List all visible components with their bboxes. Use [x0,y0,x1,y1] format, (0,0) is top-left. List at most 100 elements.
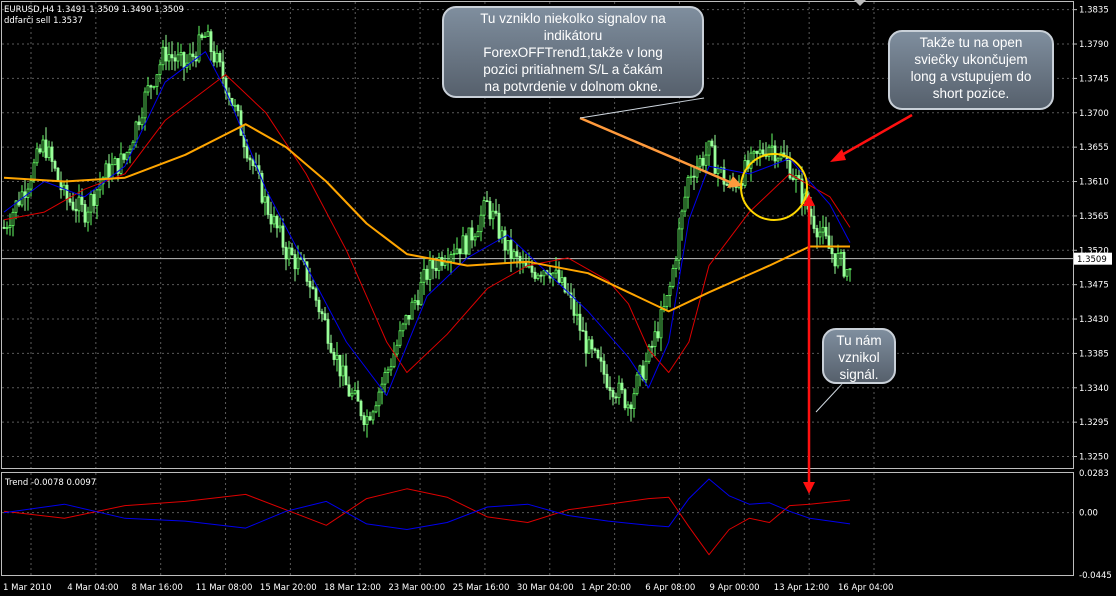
candle-body [344,365,348,386]
candle-body [443,261,447,266]
candle-body [617,382,621,399]
candle-body [140,117,144,126]
candle-body [158,64,162,76]
candle-body [623,389,627,409]
candle-body [644,360,648,381]
sub-header: ddfarči sell 1.3537 [4,15,83,26]
candle-body [776,158,780,162]
candle-body [602,360,606,375]
callout-right-line: sviečky ukončujem [914,52,1028,67]
candle-body [263,196,267,203]
candle-body [788,159,792,179]
candle-body [269,214,273,225]
candle-body [8,225,12,228]
candle-body [398,330,402,346]
candle-body [425,268,429,280]
candle-body [581,329,585,332]
candle-body [458,248,462,255]
candle-body [608,387,612,391]
candle-body [251,159,255,167]
price-tick-label: 1.3790 [1079,40,1109,50]
candle-body [287,247,291,260]
candle-body [584,330,588,354]
candle-body [191,53,195,57]
candle-body [515,251,519,257]
candle-body [431,260,435,269]
candle-body [527,265,531,268]
candle-body [236,104,240,112]
candle-body [620,382,624,391]
callout-top-line: indikátoru [543,28,603,43]
candle-body [389,366,393,371]
callout-right: Takže tu na open sviečky ukončujem long … [888,30,1054,110]
callout-top-line: ForexOFFTrend1,takže v long [483,45,663,60]
candle-body [464,235,468,255]
callout-signal-line: signál. [839,367,879,382]
candle-body [572,297,576,316]
candle-body [614,396,618,399]
time-tick-label: 8 Mar 16:00 [131,583,182,593]
candle-body [590,339,594,350]
candle-body [275,215,279,229]
callout-right-line: short pozice. [932,86,1010,101]
candle-body [278,225,282,229]
price-tick-label: 1.3700 [1079,109,1109,119]
candle-body [83,204,87,223]
candle-body [842,251,846,277]
candle-body [92,194,96,206]
candle-body [830,248,834,255]
candle-body [266,196,270,215]
time-tick-label: 11 Mar 08:00 [196,583,253,593]
candle-body [749,152,753,169]
candle-body [155,74,159,87]
candle-body [599,357,603,362]
candle-body [11,211,15,227]
candle-body [395,344,399,355]
candle-body [701,158,705,166]
candle-body [713,145,717,174]
candle-body [809,208,813,217]
candle-body [422,268,426,283]
candle-body [410,301,414,320]
candle-body [530,265,534,273]
time-tick-label: 9 Apr 00:00 [710,583,760,593]
candle-body [653,331,657,348]
candle-body [416,300,420,306]
candle-body [248,157,252,161]
candle-body [758,149,762,154]
candle-body [674,259,678,269]
price-tick-label: 1.3565 [1079,212,1109,222]
candle-body [296,257,300,270]
candle-body [176,54,180,62]
candle-body [341,365,345,377]
candle-body [635,374,639,395]
candle-body [467,227,471,255]
candle-body [824,226,828,237]
candle-body [353,390,357,394]
price-tick-label: 1.3655 [1079,143,1109,153]
candle-body [2,226,6,229]
price-tick-label: 1.3295 [1079,418,1109,428]
candle-body [698,158,702,168]
candle-body [326,319,330,344]
candle-body [818,231,822,238]
candle-body [146,85,150,93]
candle-body [449,254,453,262]
candle-body [284,246,288,260]
candle-body [134,121,138,143]
candle-body [752,150,756,154]
candle-body [593,348,597,351]
candle-body [500,230,504,239]
candle-body [473,236,477,241]
indicator-header: Trend -0.0078 0.0097 [4,478,96,488]
candle-body [560,277,564,283]
candle-body [329,342,333,353]
candle-body [335,354,339,360]
candle-body [86,211,90,223]
candle-body [272,215,276,225]
candle-body [800,178,804,205]
callout-top-line: na potvrdenie v dolnom okne. [484,79,662,94]
candle-body [41,139,45,153]
candle-body [686,177,690,198]
symbol-header: EURUSD,H4 1.3491 1.3509 1.3490 1.3509 [4,5,184,15]
